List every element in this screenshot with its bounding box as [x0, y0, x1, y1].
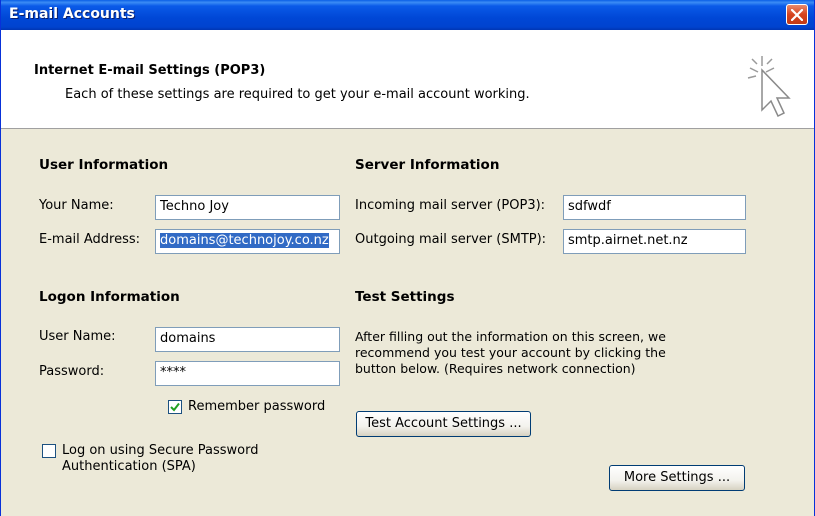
test-description-line3: button below. (Requires network connecti…: [355, 361, 636, 376]
spa-label-line1[interactable]: Log on using Secure Password: [62, 443, 258, 458]
user-name-value: domains: [160, 331, 216, 346]
header-title: Internet E-mail Settings (POP3): [34, 63, 266, 78]
incoming-server-label: Incoming mail server (POP3):: [355, 198, 546, 213]
your-name-label: Your Name:: [39, 198, 114, 213]
user-name-input[interactable]: domains: [155, 327, 340, 352]
spa-checkbox[interactable]: [42, 444, 56, 458]
test-settings-description: After filling out the information on thi…: [355, 329, 695, 377]
password-label: Password:: [39, 364, 105, 379]
email-accounts-dialog: E-mail Accounts Internet E-mail Settings…: [0, 0, 815, 516]
close-button[interactable]: [786, 4, 808, 25]
your-name-input[interactable]: Techno Joy: [155, 195, 340, 220]
header-subtitle: Each of these settings are required to g…: [65, 87, 530, 102]
check-icon: [170, 402, 180, 412]
window-title: E-mail Accounts: [9, 6, 135, 22]
outgoing-server-input[interactable]: smtp.airnet.net.nz: [563, 229, 746, 254]
incoming-server-value: sdfwdf: [568, 199, 611, 214]
test-description-line2: recommend you test your account by click…: [355, 345, 666, 360]
outgoing-server-label: Outgoing mail server (SMTP):: [355, 232, 547, 247]
email-address-input[interactable]: domains@technojoy.co.nz: [155, 229, 340, 254]
password-input[interactable]: ****: [155, 361, 340, 386]
logon-info-heading: Logon Information: [39, 289, 180, 305]
user-name-label: User Name:: [39, 329, 116, 344]
outgoing-server-value: smtp.airnet.net.nz: [568, 233, 688, 248]
more-settings-button[interactable]: More Settings ...: [609, 465, 745, 491]
cursor-sparkle-icon: [747, 56, 791, 118]
password-value: ****: [160, 365, 186, 380]
test-description-line1: After filling out the information on thi…: [355, 329, 666, 344]
user-info-heading: User Information: [39, 157, 169, 173]
email-address-label: E-mail Address:: [39, 232, 141, 247]
remember-password-checkbox[interactable]: [168, 400, 182, 414]
close-icon: [791, 9, 803, 21]
server-info-heading: Server Information: [355, 157, 500, 173]
spa-label-line2[interactable]: Authentication (SPA): [62, 459, 196, 474]
your-name-value: Techno Joy: [160, 199, 229, 214]
test-account-settings-button[interactable]: Test Account Settings ...: [356, 411, 531, 437]
header-panel: Internet E-mail Settings (POP3) Each of …: [1, 30, 814, 129]
test-settings-heading: Test Settings: [355, 289, 455, 305]
title-bar[interactable]: E-mail Accounts: [1, 0, 814, 30]
remember-password-label[interactable]: Remember password: [188, 399, 325, 414]
email-address-value: domains@technojoy.co.nz: [160, 233, 329, 248]
incoming-server-input[interactable]: sdfwdf: [563, 195, 746, 220]
